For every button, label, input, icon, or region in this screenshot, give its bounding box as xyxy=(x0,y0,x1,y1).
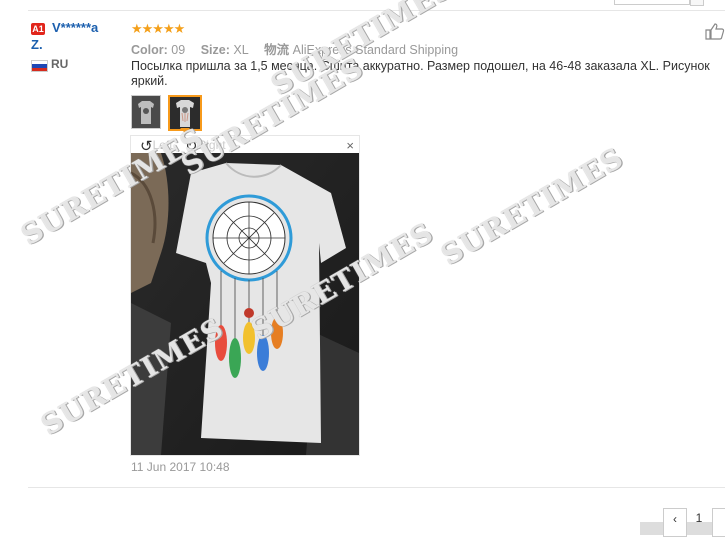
reviewer-name-suffix[interactable]: Z. xyxy=(31,37,43,52)
top-divider xyxy=(28,10,725,11)
reviewer-country: RU xyxy=(51,57,69,71)
order-info: Color: 09 Size: XL 物流 AliExpress Standar… xyxy=(131,39,458,58)
rotate-right-label: Right xyxy=(197,138,226,152)
russia-flag-icon xyxy=(31,60,48,72)
review-photo-thumbnail-2[interactable] xyxy=(168,95,202,131)
next-page-button[interactable] xyxy=(712,508,725,537)
prev-page-button[interactable]: ‹ xyxy=(663,508,687,537)
review-text: Посылка пришла за 1,5 месяца. Сшита акку… xyxy=(131,59,710,88)
review-photo-thumbnail-1[interactable] xyxy=(131,95,161,129)
helpful-thumbs-up-icon[interactable] xyxy=(705,22,725,40)
rating-stars: ★★★★★ xyxy=(131,21,185,36)
close-viewer-button[interactable]: × xyxy=(346,138,354,153)
color-label: Color: xyxy=(131,43,168,57)
bottom-divider xyxy=(28,487,725,488)
shipping-value: AliExpress Standard Shipping xyxy=(292,43,459,57)
sort-select[interactable] xyxy=(614,0,690,5)
buyer-level-badge: A1 xyxy=(31,23,45,35)
color-value: 09 xyxy=(171,43,186,57)
selected-thumbnail-caret xyxy=(180,128,190,133)
size-value: XL xyxy=(233,43,249,57)
sort-select-arrow[interactable] xyxy=(690,0,704,6)
current-page[interactable]: 1 xyxy=(689,508,709,535)
reviewer-name[interactable]: V******a xyxy=(52,20,98,35)
rotate-left-label: Left xyxy=(152,138,173,152)
watermark: SURETIMES xyxy=(435,141,630,272)
size-label: Size: xyxy=(200,43,230,57)
viewer-toolbar: ↺Left ↻Right × xyxy=(131,136,359,155)
shipping-label: 物流 xyxy=(264,43,290,57)
photo-viewer: ↺Left ↻Right × xyxy=(130,135,360,456)
review-photo-large xyxy=(130,153,359,455)
review-date: 11 Jun 2017 10:48 xyxy=(131,460,230,474)
